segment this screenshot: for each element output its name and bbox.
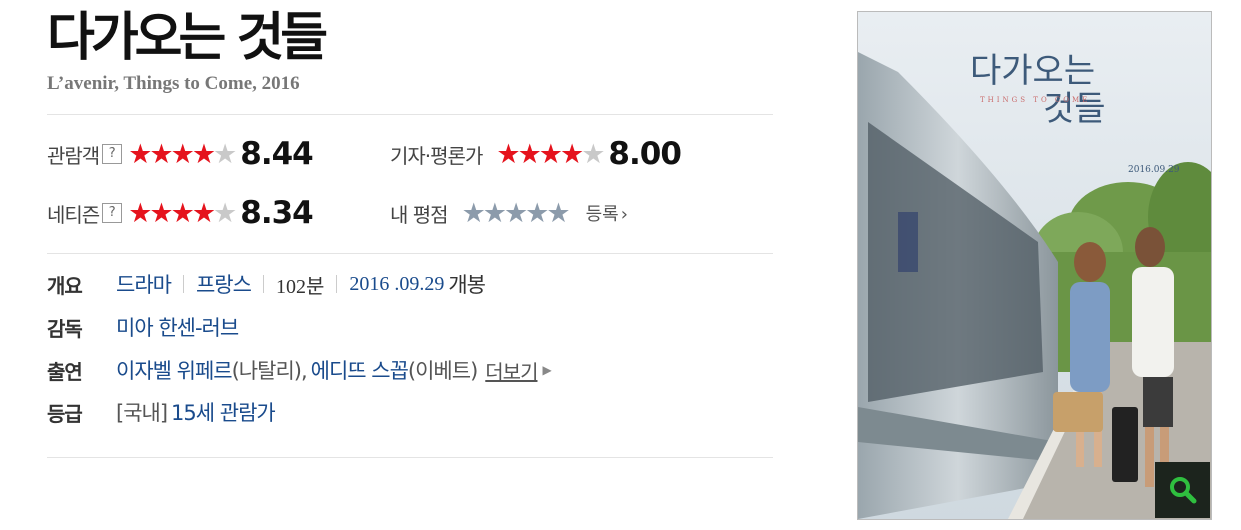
rating-grade-label: 등급: [47, 401, 83, 426]
audience-score: 8.44: [240, 136, 313, 172]
critics-score: 8.00: [608, 136, 681, 172]
release-suffix: 개봉: [448, 273, 486, 297]
more-cast-link[interactable]: 더보기: [485, 356, 538, 385]
info-row-rating: 등급 [국내] 15세 관람가: [47, 397, 276, 427]
my-rating-row: 내 평점 ★★★★★ 등록 ›: [390, 193, 628, 233]
separator: [336, 275, 338, 293]
release-date-link[interactable]: 2016 .09.29: [349, 273, 444, 296]
rating-grade-prefix: [국내]: [116, 401, 168, 425]
audience-help-icon[interactable]: ?: [102, 144, 123, 164]
zoom-button[interactable]: [1155, 462, 1210, 518]
info-row-summary: 개요 드라마 프랑스 102분 2016 .09.29 개봉: [47, 269, 486, 299]
critics-rating-label: 기자·평론가: [390, 143, 483, 168]
rating-row-1: 관람객 ? ★★★★★ 8.44: [47, 134, 314, 174]
netizen-score: 8.34: [240, 195, 313, 231]
chevron-right-icon: ›: [620, 204, 628, 225]
register-rating-link[interactable]: 등록 ›: [586, 200, 628, 226]
my-rating-label: 내 평점: [390, 202, 449, 227]
poster-title-line2: 것들: [1043, 89, 1106, 129]
info-row-director: 감독 미아 한센-러브: [47, 312, 239, 342]
separator: [182, 275, 184, 293]
my-rating-stars[interactable]: ★★★★★: [462, 200, 571, 227]
country-link[interactable]: 프랑스: [196, 269, 252, 299]
genre-link[interactable]: 드라마: [116, 269, 172, 299]
divider-middle: [47, 253, 773, 254]
poster-subtitle: THINGS TO COME: [980, 96, 1090, 104]
actor-2-link[interactable]: 에디뜨 스꼽: [311, 355, 409, 385]
director-label: 감독: [47, 316, 83, 341]
actor-2-role: (이베트): [407, 359, 478, 383]
director-link[interactable]: 미아 한센-러브: [116, 312, 239, 342]
rating-row-2: 네티즌 ? ★★★★★ 8.34: [47, 193, 314, 233]
divider-bottom: [47, 457, 773, 458]
magnifier-icon: [1169, 477, 1196, 504]
poster-date: 2016.09.29: [1128, 165, 1180, 175]
movie-title: 다가오는 것들: [47, 8, 328, 68]
cast-label: 출연: [47, 359, 83, 384]
runtime-text: 102분: [275, 275, 325, 298]
movie-poster[interactable]: 다가오는 것들 THINGS TO COME 2016.09.29: [857, 11, 1212, 520]
actor-1-link[interactable]: 이자벨 위페르: [116, 355, 233, 385]
movie-subtitle: L’avenir, Things to Come, 2016: [47, 73, 300, 94]
poster-title-line1: 다가오는: [970, 51, 1095, 91]
register-label: 등록: [585, 204, 619, 225]
rating-row-critics: 기자·평론가 ★★★★★ 8.00: [390, 134, 682, 174]
netizen-stars: ★★★★★: [128, 197, 237, 229]
critics-stars: ★★★★★: [496, 138, 605, 170]
actor-1-role: (나탈리),: [231, 359, 308, 383]
info-row-cast: 출연 이자벨 위페르 (나탈리), 에디뜨 스꼽 (이베트) 더보기 ▶: [47, 355, 552, 385]
audience-rating-label: 관람객: [47, 143, 100, 168]
netizen-help-icon[interactable]: ?: [102, 203, 123, 223]
separator: [262, 275, 264, 293]
triangle-right-icon: ▶: [542, 363, 552, 377]
summary-label: 개요: [47, 273, 83, 298]
rating-grade-link[interactable]: 15세 관람가: [171, 397, 276, 427]
divider-top: [47, 114, 773, 115]
netizen-rating-label: 네티즌: [47, 202, 100, 227]
poster-image: 다가오는 것들 THINGS TO COME 2016.09.29: [858, 12, 1211, 519]
audience-stars: ★★★★★: [128, 138, 237, 170]
